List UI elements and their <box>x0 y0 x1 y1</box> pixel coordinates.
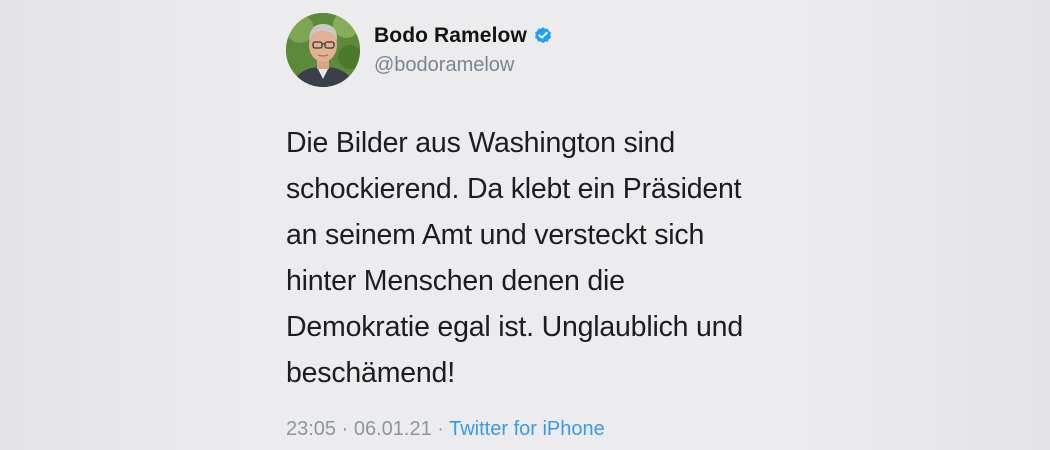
tweet-text: Die Bilder aus Washington sind schockier… <box>286 127 743 389</box>
tweet-screenshot: Bodo Ramelow @bodoramelow Die Bilder aus… <box>0 0 1050 450</box>
tweet-source-link[interactable]: Twitter for iPhone <box>449 418 605 440</box>
tweet-card: Bodo Ramelow @bodoramelow Die Bilder aus… <box>286 10 806 440</box>
name-row: Bodo Ramelow <box>374 24 553 48</box>
meta-separator: · <box>336 418 354 440</box>
verified-badge-icon <box>533 26 553 46</box>
tweet-header: Bodo Ramelow @bodoramelow <box>286 10 806 90</box>
tweet-meta: 23:05 · 06.01.21 · Twitter for iPhone <box>286 418 605 441</box>
avatar[interactable] <box>286 13 360 87</box>
profile-photo-icon <box>286 13 360 87</box>
handle[interactable]: @bodoramelow <box>374 54 553 77</box>
display-name[interactable]: Bodo Ramelow <box>374 24 527 48</box>
tweet-time[interactable]: 23:05 <box>286 418 336 440</box>
author-info: Bodo Ramelow @bodoramelow <box>374 24 553 77</box>
tweet-date[interactable]: 06.01.21 <box>354 418 432 440</box>
meta-separator: · <box>431 418 450 440</box>
